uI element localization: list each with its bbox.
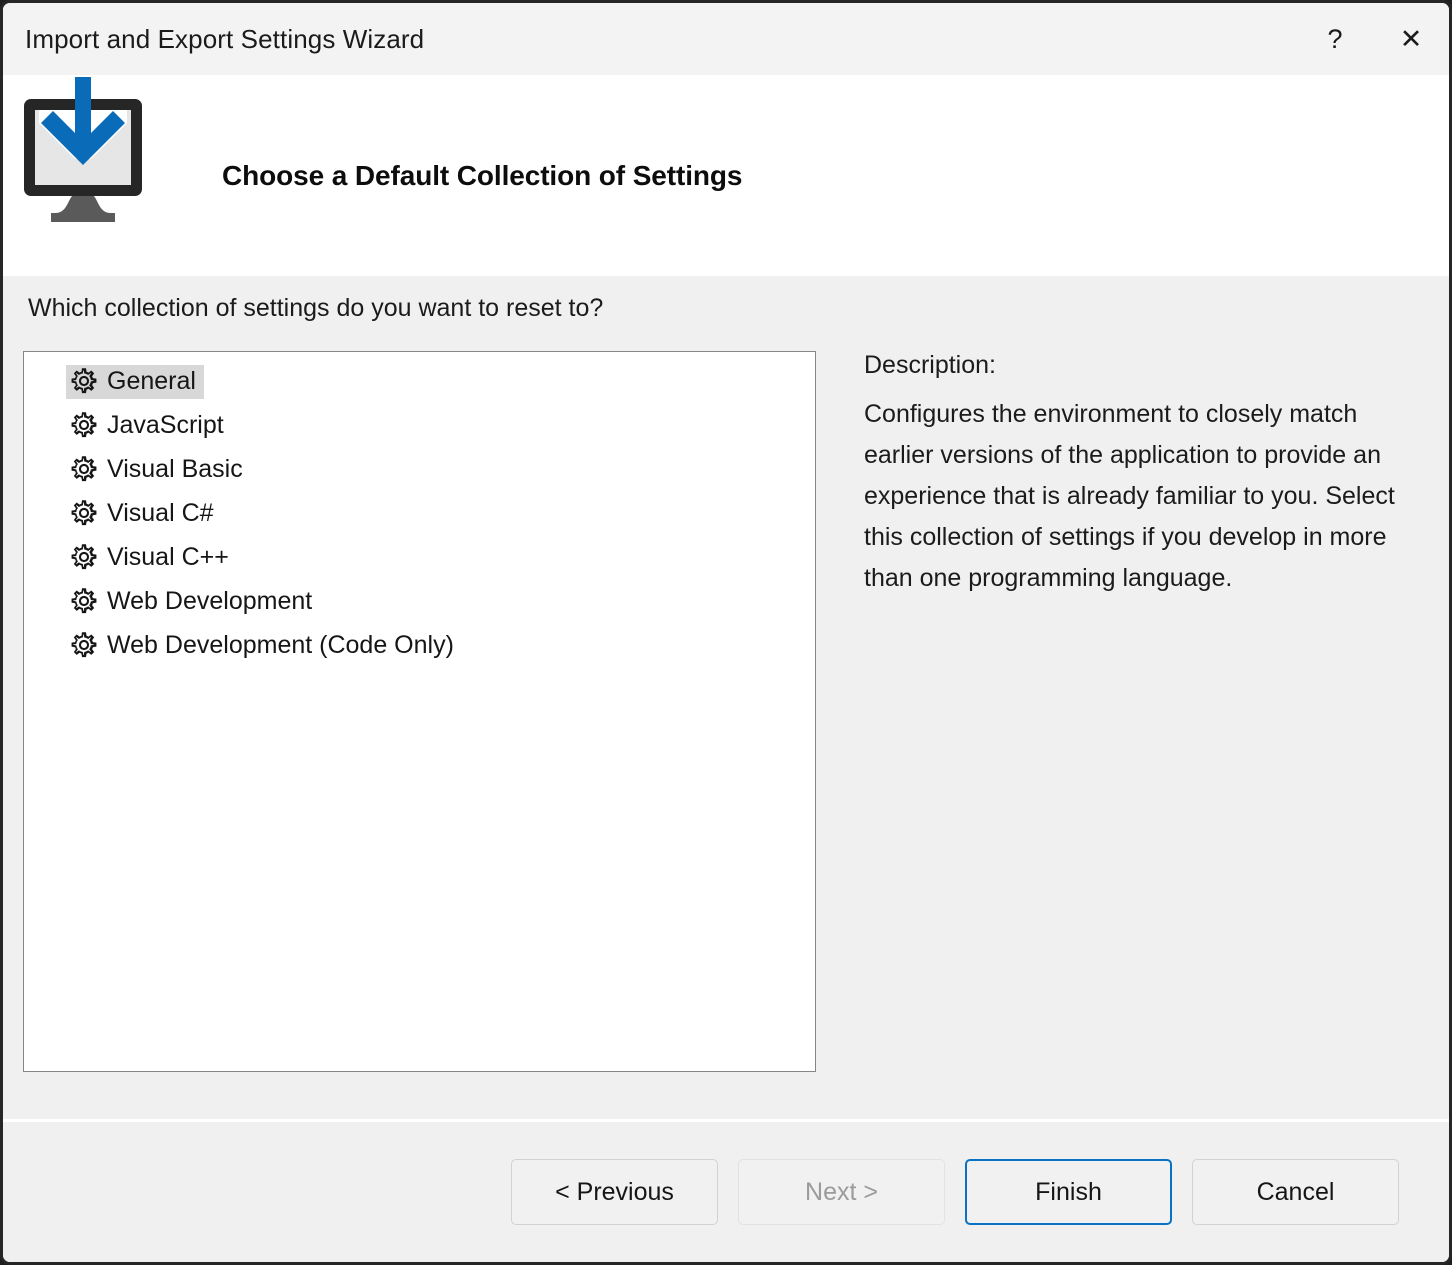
gear-icon bbox=[70, 367, 98, 395]
list-item[interactable]: Visual C# bbox=[24, 492, 815, 536]
gear-icon bbox=[70, 631, 98, 659]
gear-icon bbox=[70, 455, 98, 483]
list-item-label: Visual C# bbox=[107, 501, 214, 526]
close-icon: ✕ bbox=[1400, 26, 1423, 53]
window-title: Import and Export Settings Wizard bbox=[25, 24, 424, 55]
gear-icon bbox=[70, 587, 98, 615]
gear-icon bbox=[70, 411, 98, 439]
import-export-settings-wizard-dialog: Import and Export Settings Wizard ? ✕ Ch… bbox=[0, 0, 1452, 1265]
list-item[interactable]: General bbox=[24, 360, 815, 404]
title-bar: Import and Export Settings Wizard ? ✕ bbox=[3, 3, 1449, 75]
list-item-content: Web Development (Code Only) bbox=[66, 629, 462, 663]
description-heading: Description: bbox=[864, 351, 1429, 380]
page-title: Choose a Default Collection of Settings bbox=[222, 160, 742, 192]
list-item-label: Web Development (Code Only) bbox=[107, 633, 454, 658]
list-item-content: Web Development bbox=[66, 585, 320, 619]
gear-icon bbox=[70, 543, 98, 571]
list-item-label: Visual C++ bbox=[107, 545, 229, 570]
finish-button[interactable]: Finish bbox=[965, 1159, 1172, 1225]
list-item-content: Visual C++ bbox=[66, 541, 237, 575]
gear-icon bbox=[70, 499, 98, 527]
cancel-button[interactable]: Cancel bbox=[1192, 1159, 1399, 1225]
content-row: General JavaScript Visual Basic Visual C# Vi… bbox=[3, 351, 1449, 1119]
list-item[interactable]: Visual Basic bbox=[24, 448, 815, 492]
list-item-label: Web Development bbox=[107, 589, 312, 614]
list-item[interactable]: Web Development bbox=[24, 580, 815, 624]
list-item-label: General bbox=[107, 369, 196, 394]
list-item-label: Visual Basic bbox=[107, 457, 243, 482]
list-item[interactable]: Visual C++ bbox=[24, 536, 815, 580]
next-button[interactable]: Next > bbox=[738, 1159, 945, 1225]
wizard-body: Which collection of settings do you want… bbox=[3, 276, 1449, 1119]
list-item-content: Visual Basic bbox=[66, 453, 251, 487]
previous-button[interactable]: < Previous bbox=[511, 1159, 718, 1225]
wizard-header: Choose a Default Collection of Settings bbox=[3, 75, 1449, 276]
description-pane: Description: Configures the environment … bbox=[864, 351, 1429, 599]
question-mark-icon: ? bbox=[1327, 26, 1342, 53]
list-item-label: JavaScript bbox=[107, 413, 224, 438]
description-text: Configures the environment to closely ma… bbox=[864, 394, 1427, 599]
list-item-content: JavaScript bbox=[66, 409, 232, 443]
question-label: Which collection of settings do you want… bbox=[28, 294, 603, 323]
settings-collection-listbox[interactable]: General JavaScript Visual Basic Visual C# Vi… bbox=[23, 351, 816, 1072]
list-item[interactable]: Web Development (Code Only) bbox=[24, 624, 815, 668]
window-controls: ? ✕ bbox=[1297, 3, 1449, 75]
monitor-download-icon bbox=[21, 77, 145, 222]
list-item[interactable]: JavaScript bbox=[24, 404, 815, 448]
list-item-content: Visual C# bbox=[66, 497, 222, 531]
wizard-footer: < Previous Next > Finish Cancel bbox=[3, 1122, 1449, 1262]
list-item-content: General bbox=[66, 365, 204, 399]
help-button[interactable]: ? bbox=[1297, 3, 1373, 75]
close-button[interactable]: ✕ bbox=[1373, 3, 1449, 75]
